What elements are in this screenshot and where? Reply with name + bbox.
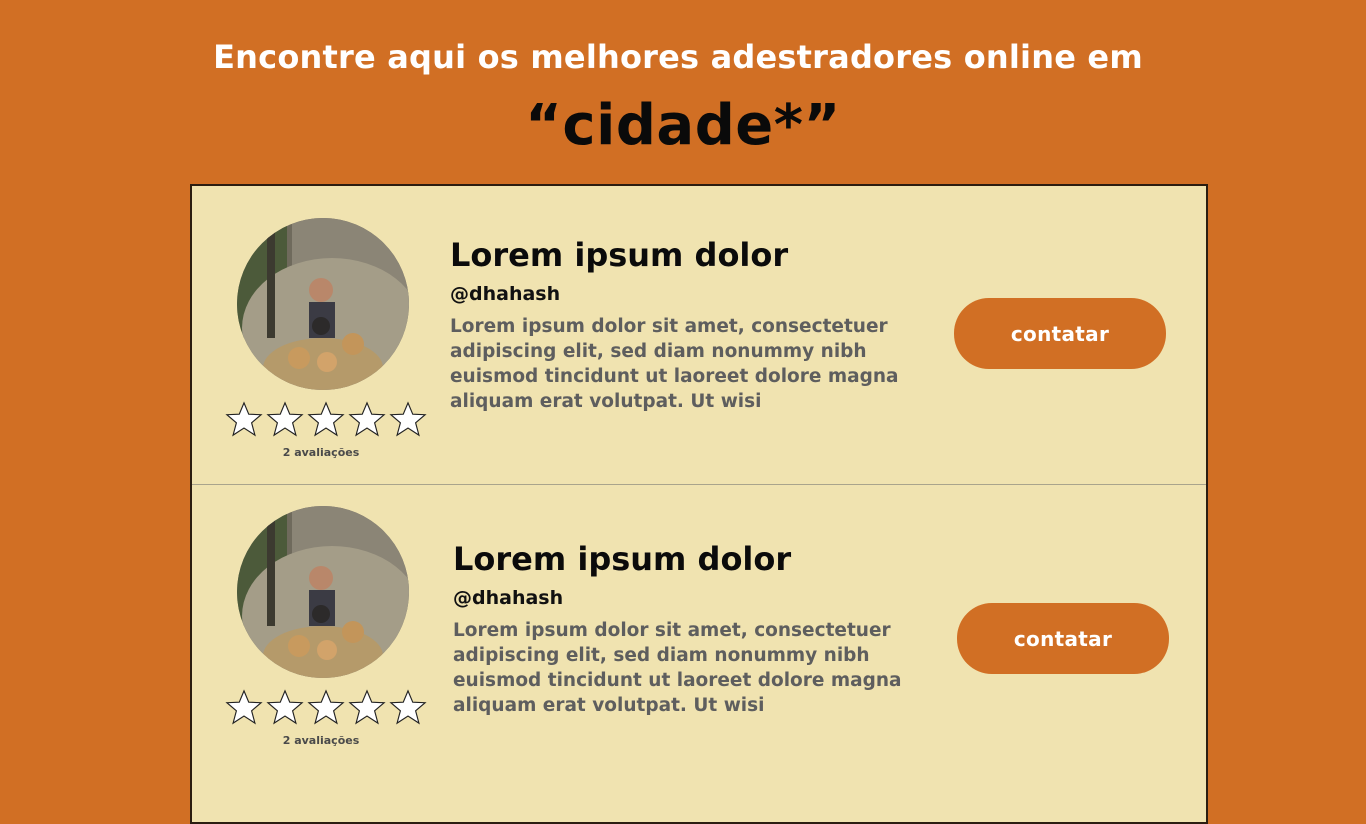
star-icon[interactable] xyxy=(348,688,386,726)
star-icon[interactable] xyxy=(266,400,304,438)
star-icon[interactable] xyxy=(266,688,304,726)
trainer-description: Lorem ipsum dolor sit amet, consectetuer… xyxy=(450,316,899,412)
avatar-photo-icon xyxy=(237,218,409,390)
star-icon[interactable] xyxy=(389,688,427,726)
trainer-description: Lorem ipsum dolor sit amet, consectetuer… xyxy=(453,620,902,716)
trainer-name: Lorem ipsum dolor xyxy=(453,540,792,578)
rating-stars[interactable] xyxy=(225,400,427,438)
avatar-photo-icon xyxy=(237,506,409,678)
trainer-handle: @dhahash xyxy=(450,283,561,305)
star-icon[interactable] xyxy=(348,400,386,438)
review-count: 2 avaliações xyxy=(282,446,360,459)
star-icon[interactable] xyxy=(225,400,263,438)
review-count: 2 avaliações xyxy=(282,734,360,747)
star-icon[interactable] xyxy=(307,688,345,726)
trainer-list: 2 avaliações Lorem ipsum dolor @dhahash … xyxy=(190,184,1208,824)
star-icon[interactable] xyxy=(389,400,427,438)
contact-button[interactable]: contatar xyxy=(954,298,1166,369)
trainer-name: Lorem ipsum dolor xyxy=(450,236,789,274)
trainer-avatar xyxy=(237,506,409,678)
contact-button[interactable]: contatar xyxy=(957,603,1169,674)
star-icon[interactable] xyxy=(307,400,345,438)
city-placeholder: “cidade*” xyxy=(525,93,841,158)
star-icon[interactable] xyxy=(225,688,263,726)
rating-stars[interactable] xyxy=(225,688,427,726)
trainer-handle: @dhahash xyxy=(453,587,564,609)
trainer-avatar xyxy=(237,218,409,390)
page-title: Encontre aqui os melhores adestradores o… xyxy=(213,38,1143,76)
trainer-card: 2 avaliações Lorem ipsum dolor @dhahash … xyxy=(192,186,1206,476)
trainer-card: 2 avaliações Lorem ipsum dolor @dhahash … xyxy=(192,476,1206,766)
